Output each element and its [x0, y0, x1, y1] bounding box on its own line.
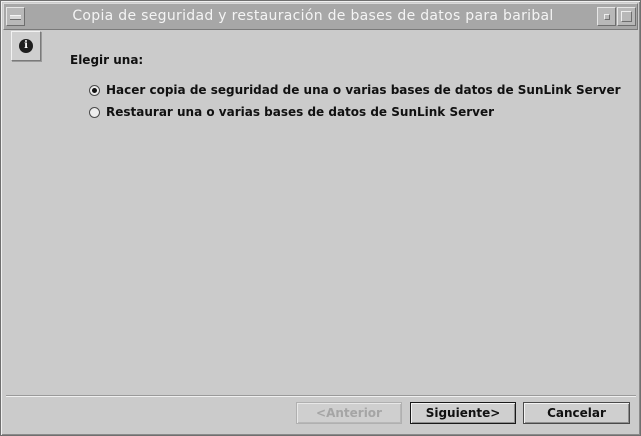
next-button[interactable]: Siguiente> — [410, 402, 516, 424]
maximize-icon[interactable] — [617, 7, 636, 26]
window-menu-icon[interactable] — [6, 7, 25, 26]
title-bar[interactable]: Copia de seguridad y restauración de bas… — [3, 3, 638, 30]
button-separator — [6, 395, 636, 397]
option-backup-label: Hacer copia de seguridad de una o varias… — [106, 83, 621, 97]
minimize-icon[interactable] — [597, 7, 616, 26]
info-button[interactable]: i — [11, 31, 41, 61]
radio-restore[interactable] — [89, 106, 100, 118]
dialog-content: i Elegir una: Hacer copia de seguridad d… — [6, 31, 636, 432]
window-menu-bar-glyph — [10, 15, 21, 20]
previous-button[interactable]: <Anterior — [296, 402, 402, 424]
minimize-glyph — [604, 14, 610, 20]
info-icon: i — [19, 39, 33, 53]
cancel-button[interactable]: Cancelar — [523, 402, 630, 424]
option-backup[interactable]: Hacer copia de seguridad de una o varias… — [89, 82, 621, 98]
choose-one-label: Elegir una: — [70, 53, 144, 67]
window-title: Copia de seguridad y restauración de bas… — [72, 8, 554, 24]
radio-backup[interactable] — [89, 84, 100, 96]
maximize-glyph — [621, 11, 632, 22]
dialog-window: Copia de seguridad y restauración de bas… — [0, 0, 641, 436]
option-restore-label: Restaurar una o varias bases de datos de… — [106, 105, 495, 119]
option-restore[interactable]: Restaurar una o varias bases de datos de… — [89, 104, 494, 120]
